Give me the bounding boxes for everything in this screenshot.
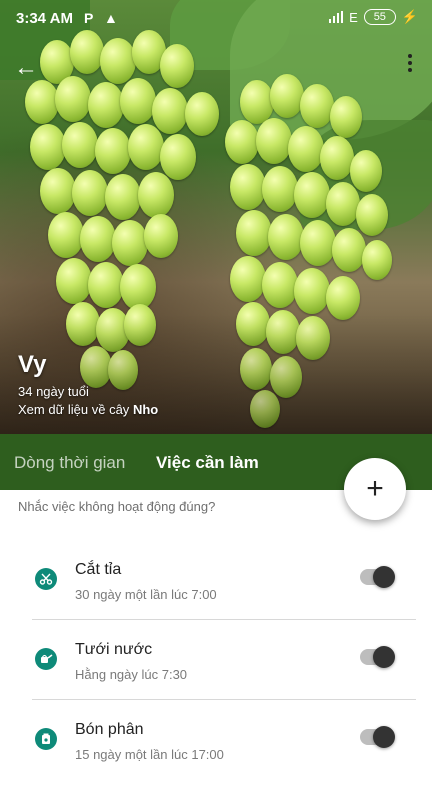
plant-info-link[interactable]: Xem dữ liệu về cây Nho — [18, 402, 158, 417]
charging-icon: ⚡ — [401, 9, 418, 24]
task-toggle[interactable] — [360, 646, 395, 668]
status-time: 3:34 AM — [16, 10, 73, 27]
task-item-fertilizing[interactable]: Bón phân 15 ngày một lần lúc 17:00 — [18, 700, 416, 780]
add-task-button[interactable]: + — [344, 458, 406, 520]
watering-can-icon — [35, 648, 57, 670]
plant-photo — [0, 0, 432, 434]
tab-timeline[interactable]: Dòng thời gian — [14, 453, 125, 473]
task-item-pruning[interactable]: Cắt tỉa 30 ngày một lần lúc 7:00 — [18, 540, 416, 620]
fertilizer-icon — [35, 728, 57, 750]
reminder-help-link[interactable]: Nhắc việc không hoạt động đúng? — [18, 499, 215, 514]
plant-species: Nho — [132, 402, 159, 417]
task-title: Bón phân — [75, 721, 144, 738]
task-title: Cắt tỉa — [75, 561, 122, 578]
task-toggle[interactable] — [360, 726, 395, 748]
task-title: Tưới nước — [75, 641, 153, 658]
task-item-watering[interactable]: Tưới nước Hằng ngày lúc 7:30 — [18, 620, 416, 700]
signal-icon — [329, 11, 344, 23]
task-schedule: Hằng ngày lúc 7:30 — [75, 667, 188, 682]
task-toggle[interactable] — [360, 566, 395, 588]
plant-name: Vy — [18, 351, 47, 378]
plus-icon: + — [366, 472, 384, 505]
tab-todo[interactable]: Việc cần làm — [156, 453, 259, 473]
task-schedule: 15 ngày một lần lúc 17:00 — [75, 747, 224, 762]
task-schedule: 30 ngày một lần lúc 7:00 — [75, 587, 217, 602]
battery-icon: 55 — [363, 9, 396, 25]
parking-icon: P — [84, 10, 94, 26]
plant-age: 34 ngày tuổi — [18, 384, 89, 399]
scissors-icon — [35, 568, 57, 590]
notification-icon: ▲ — [104, 10, 118, 26]
status-bar: 3:34 AM P ▲ E 55 ⚡ — [0, 0, 432, 36]
back-arrow-icon[interactable]: ← — [14, 54, 38, 82]
more-options-icon[interactable] — [408, 54, 412, 74]
network-type: E — [349, 9, 358, 25]
plant-info-prefix: Xem dữ liệu về cây — [18, 402, 130, 417]
